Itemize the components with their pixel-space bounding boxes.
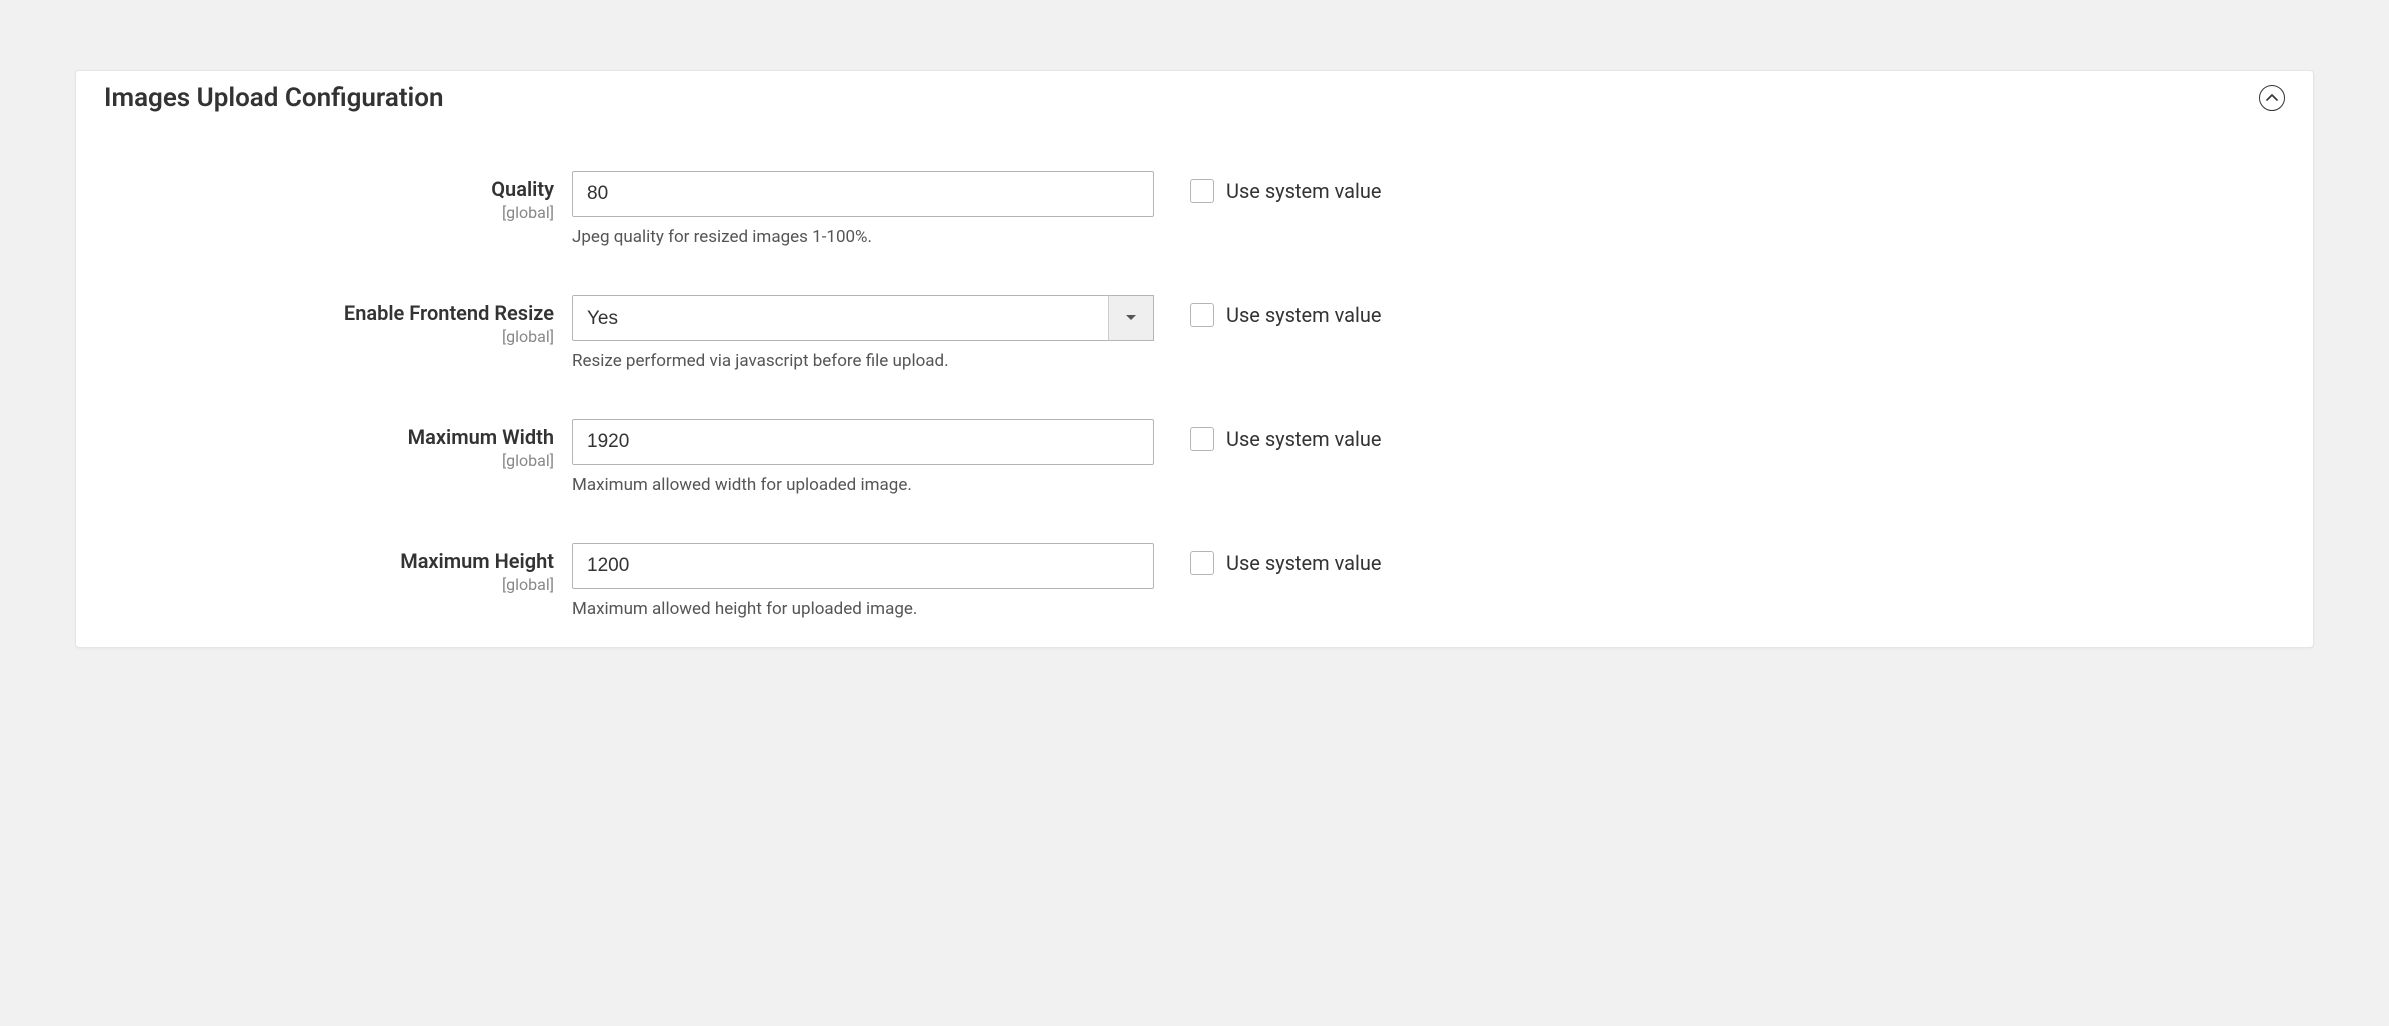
label-col: Enable Frontend Resize [global] (104, 295, 554, 346)
frontend-resize-label: Enable Frontend Resize (344, 301, 554, 325)
control-col: Yes Resize performed via javascript befo… (572, 295, 1154, 371)
frontend-resize-select[interactable]: Yes (572, 295, 1154, 341)
max-height-label: Maximum Height (400, 549, 554, 573)
scope-label: [global] (104, 203, 554, 222)
panel-header: Images Upload Configuration (104, 83, 2285, 113)
chevron-up-icon (2266, 94, 2278, 102)
max-height-input[interactable] (572, 543, 1154, 589)
use-system-label: Use system value (1226, 303, 1382, 327)
quality-use-system-checkbox[interactable] (1190, 179, 1214, 203)
control-col: Maximum allowed width for uploaded image… (572, 419, 1154, 495)
row-max-width: Maximum Width [global] Maximum allowed w… (104, 419, 2285, 495)
control-col: Jpeg quality for resized images 1-100%. (572, 171, 1154, 247)
quality-input[interactable] (572, 171, 1154, 217)
system-col: Use system value (1172, 171, 2285, 203)
label-col: Quality [global] (104, 171, 554, 222)
system-col: Use system value (1172, 295, 2285, 327)
max-width-help: Maximum allowed width for uploaded image… (572, 475, 1154, 495)
form-body: Quality [global] Jpeg quality for resize… (104, 171, 2285, 619)
frontend-resize-use-system-checkbox[interactable] (1190, 303, 1214, 327)
row-max-height: Maximum Height [global] Maximum allowed … (104, 543, 2285, 619)
system-col: Use system value (1172, 419, 2285, 451)
use-system-label: Use system value (1226, 427, 1382, 451)
use-system-label: Use system value (1226, 551, 1382, 575)
label-col: Maximum Height [global] (104, 543, 554, 594)
row-quality: Quality [global] Jpeg quality for resize… (104, 171, 2285, 247)
quality-help: Jpeg quality for resized images 1-100%. (572, 227, 1154, 247)
collapse-button[interactable] (2259, 85, 2285, 111)
scope-label: [global] (104, 327, 554, 346)
control-col: Maximum allowed height for uploaded imag… (572, 543, 1154, 619)
panel-title: Images Upload Configuration (104, 83, 444, 113)
max-width-use-system-checkbox[interactable] (1190, 427, 1214, 451)
label-col: Maximum Width [global] (104, 419, 554, 470)
frontend-resize-help: Resize performed via javascript before f… (572, 351, 1154, 371)
max-width-label: Maximum Width (408, 425, 554, 449)
max-height-use-system-checkbox[interactable] (1190, 551, 1214, 575)
images-upload-config-panel: Images Upload Configuration Quality [glo… (75, 70, 2314, 648)
max-width-input[interactable] (572, 419, 1154, 465)
scope-label: [global] (104, 451, 554, 470)
frontend-resize-select-wrap: Yes (572, 295, 1154, 341)
quality-label: Quality (491, 177, 554, 201)
system-col: Use system value (1172, 543, 2285, 575)
use-system-label: Use system value (1226, 179, 1382, 203)
max-height-help: Maximum allowed height for uploaded imag… (572, 599, 1154, 619)
scope-label: [global] (104, 575, 554, 594)
row-frontend-resize: Enable Frontend Resize [global] Yes Resi… (104, 295, 2285, 371)
